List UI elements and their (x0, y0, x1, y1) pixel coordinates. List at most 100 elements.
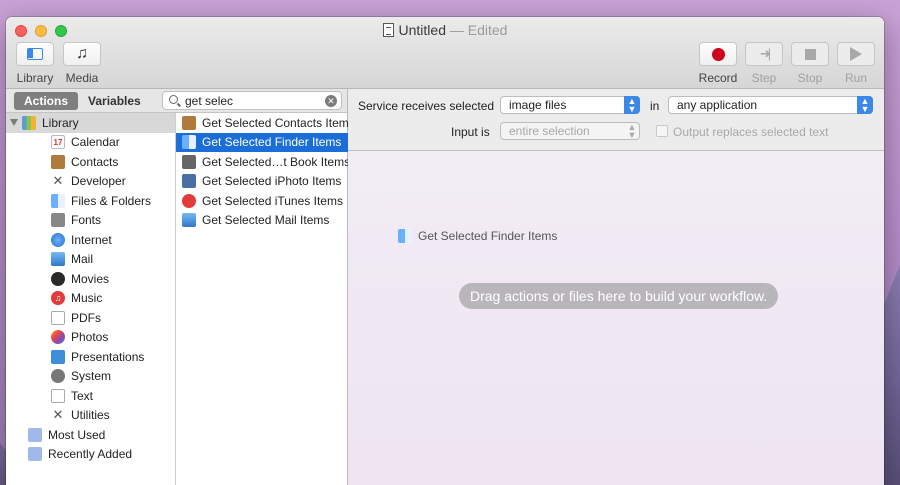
actions-items: Get Selected Contacts Items Get Selected … (176, 113, 355, 231)
record-button-face[interactable] (699, 42, 737, 66)
finder-icon (398, 229, 412, 243)
library-item-presentations-label: Presentations (71, 349, 145, 364)
library-item-text[interactable]: Text (6, 386, 175, 406)
iphoto-icon (182, 174, 196, 189)
library-item-contacts[interactable]: Contacts (6, 152, 175, 172)
action-item[interactable]: Get Selected iPhoto Items (176, 172, 348, 192)
workflow-item-label: Get Selected Finder Items (418, 229, 558, 243)
action-item-label: Get Selected iPhoto Items (202, 174, 342, 189)
input-type-popup[interactable]: image files ▲ ▼ (500, 96, 640, 114)
action-item[interactable]: Get Selected Finder Items (176, 132, 348, 152)
input-type-value: image files (509, 98, 567, 112)
search-field[interactable]: get selec ✕ (162, 91, 342, 110)
step-button[interactable]: ➜| Step (744, 42, 784, 85)
input-is-label: Input is (451, 125, 490, 139)
tab-actions[interactable]: Actions (14, 92, 79, 110)
run-button-face[interactable] (837, 42, 875, 66)
in-label: in (650, 99, 660, 113)
input-is-popup[interactable]: entire selection ▲ ▼ (500, 122, 640, 140)
library-item-calendar[interactable]: 17 Calendar (6, 133, 175, 153)
library-item-developer[interactable]: ✕ Developer (6, 172, 175, 192)
output-replaces-checkbox[interactable] (656, 125, 668, 137)
media-button[interactable]: ♫ Media (62, 42, 102, 85)
popup-stepper-icon: ▲ ▼ (624, 96, 640, 114)
action-item[interactable]: Get Selected iTunes Items (176, 191, 348, 211)
workflow-panel: Service receives selected image files ▲ ▼… (348, 89, 884, 485)
popup-stepper-icon: ▲ ▼ (857, 96, 873, 114)
workflow-dragged-action[interactable]: Get Selected Finder Items (398, 229, 557, 243)
action-item[interactable]: Get Selected…t Book Items (176, 152, 350, 172)
popup-stepper-icon: ▲ ▼ (627, 122, 637, 140)
movies-icon (51, 271, 65, 286)
library-item-presentations[interactable]: Presentations (6, 347, 175, 367)
contacts-icon (51, 154, 65, 169)
workflow-area[interactable]: Get Selected Finder Items Drag actions o… (348, 151, 884, 485)
library-item-fonts[interactable]: Fonts (6, 211, 175, 231)
library-list: Library 17 Calendar Contacts ✕ Developer File… (6, 113, 176, 485)
library-item-internet[interactable]: Internet (6, 230, 175, 250)
stop-icon (804, 48, 816, 60)
library-sidebar-icon (27, 48, 43, 60)
run-button[interactable]: Run (836, 42, 876, 85)
library-item-mail[interactable]: Mail (6, 250, 175, 270)
disclosure-triangle-icon[interactable] (10, 119, 18, 127)
record-icon (711, 47, 725, 61)
library-item-utilities[interactable]: ✕ Utilities (6, 406, 175, 426)
music-icon: ♫ (51, 291, 65, 306)
pdf-icon (51, 310, 65, 325)
contacts-icon (182, 115, 196, 130)
service-config: Service receives selected image files ▲ ▼… (348, 89, 884, 151)
library-item-music-label: Music (71, 291, 103, 306)
library-header: Actions Variables get selec ✕ (6, 89, 347, 113)
application-popup[interactable]: any application ▲ ▼ (668, 96, 873, 114)
clear-search-icon[interactable]: ✕ (325, 95, 337, 107)
tab-variables[interactable]: Variables (78, 92, 151, 110)
run-button-label: Run (844, 71, 867, 85)
service-receives-label: Service receives selected (358, 99, 495, 113)
step-button-face[interactable]: ➜| (745, 42, 783, 66)
step-icon: ➜| (759, 46, 771, 61)
play-icon (850, 47, 862, 61)
library-item-system[interactable]: System (6, 367, 175, 387)
document-icon (382, 23, 394, 37)
book-icon (182, 154, 196, 169)
action-item-label: Get Selected Finder Items (202, 135, 342, 150)
internet-icon (51, 232, 65, 247)
stop-button-face[interactable] (791, 42, 829, 66)
library-item-files-folders[interactable]: Files & Folders (6, 191, 175, 211)
step-button-label: Step (751, 71, 777, 85)
window-title: Untitled — Edited (6, 22, 884, 38)
titlebar: Untitled — Edited Library ♫ Media Record… (6, 17, 884, 89)
smart-group-recently-added[interactable]: Recently Added (6, 445, 175, 465)
smart-group-most-used[interactable]: Most Used (6, 425, 175, 445)
library-item-photos-label: Photos (71, 330, 109, 345)
library-item-movies[interactable]: Movies (6, 269, 175, 289)
fonts-icon (51, 213, 65, 228)
action-item-label: Get Selected Contacts Items (202, 115, 355, 130)
stop-button[interactable]: Stop (790, 42, 830, 85)
folder-icon (28, 447, 42, 462)
presentations-icon (51, 349, 65, 364)
library-item-pdfs[interactable]: PDFs (6, 308, 175, 328)
record-button[interactable]: Record (698, 42, 738, 85)
library-item-photos[interactable]: Photos (6, 328, 175, 348)
library-root-item[interactable]: Library (6, 113, 175, 133)
library-item-calendar-label: Calendar (71, 135, 120, 150)
actions-list: Get Selected Contacts Items Get Selected … (176, 113, 355, 485)
smart-group-recently-added-label: Recently Added (48, 447, 133, 462)
media-button-face[interactable]: ♫ (63, 42, 101, 66)
drag-hint-badge: Drag actions or files here to build your… (459, 283, 779, 309)
library-item-utilities-label: Utilities (71, 408, 110, 423)
calendar-icon: 17 (51, 135, 65, 150)
library-item-contacts-label: Contacts (71, 154, 119, 169)
action-item[interactable]: Get Selected Mail Items (176, 211, 348, 231)
library-button[interactable]: Library (15, 42, 55, 85)
action-item[interactable]: Get Selected Contacts Items (176, 113, 355, 133)
library-panel: Actions Variables get selec ✕ Library 17… (6, 89, 355, 485)
library-item-pdfs-label: PDFs (71, 310, 101, 325)
library-button-face[interactable] (16, 42, 54, 66)
library-item-music[interactable]: ♫ Music (6, 289, 175, 309)
search-icon (169, 95, 178, 104)
music-note-icon: ♫ (76, 45, 88, 62)
search-input[interactable]: get selec (185, 94, 233, 108)
